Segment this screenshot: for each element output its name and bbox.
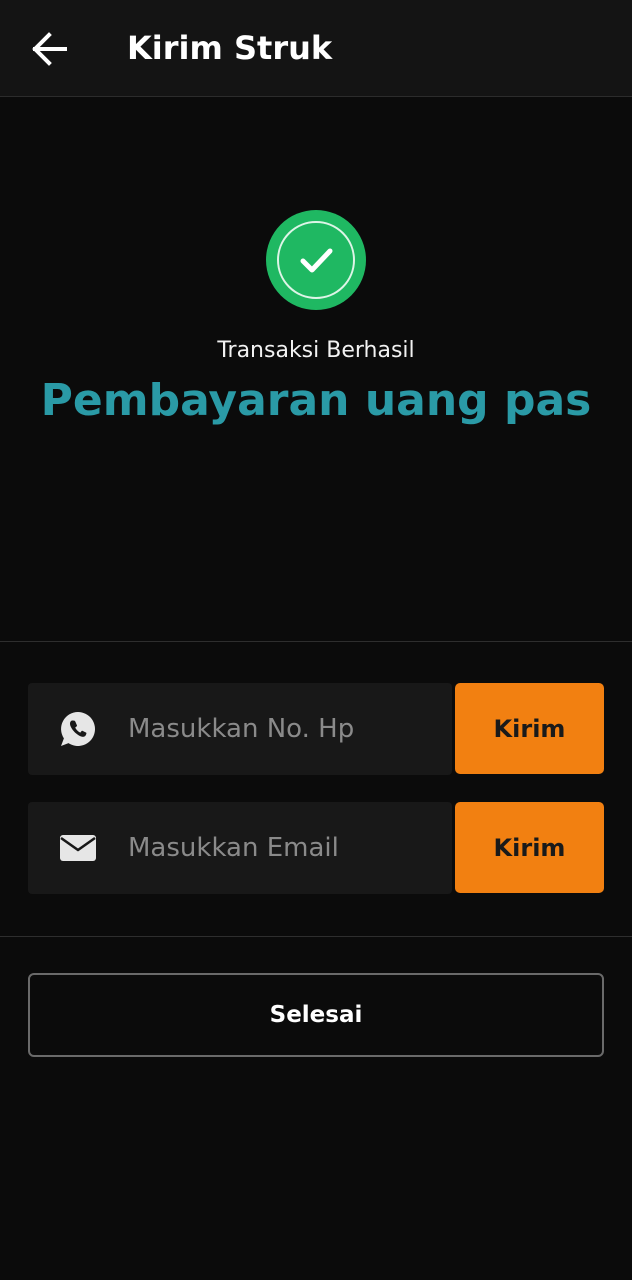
payment-method-title: Pembayaran uang pas xyxy=(40,375,592,426)
envelope-icon xyxy=(58,828,98,868)
back-button[interactable] xyxy=(24,24,74,74)
app-header: Kirim Struk xyxy=(0,0,632,97)
receipt-screen: Kirim Struk Transaksi Berhasil Pembayara… xyxy=(0,0,632,1280)
send-email-button[interactable]: Kirim xyxy=(455,802,604,893)
send-phone-button[interactable]: Kirim xyxy=(455,683,604,774)
transaction-status-label: Transaksi Berhasil xyxy=(217,338,415,363)
page-title: Kirim Struk xyxy=(127,29,333,67)
email-input[interactable] xyxy=(128,822,444,874)
arrow-left-icon xyxy=(32,32,67,66)
email-input-container xyxy=(28,802,452,894)
done-button[interactable]: Selesai xyxy=(28,973,604,1057)
divider xyxy=(0,936,632,937)
phone-input-container xyxy=(28,683,452,775)
phone-input[interactable] xyxy=(128,703,444,755)
send-phone-row: Kirim xyxy=(28,683,604,775)
divider xyxy=(0,641,632,642)
send-email-row: Kirim xyxy=(28,802,604,894)
check-circle-icon xyxy=(266,210,366,310)
whatsapp-icon xyxy=(58,709,98,749)
